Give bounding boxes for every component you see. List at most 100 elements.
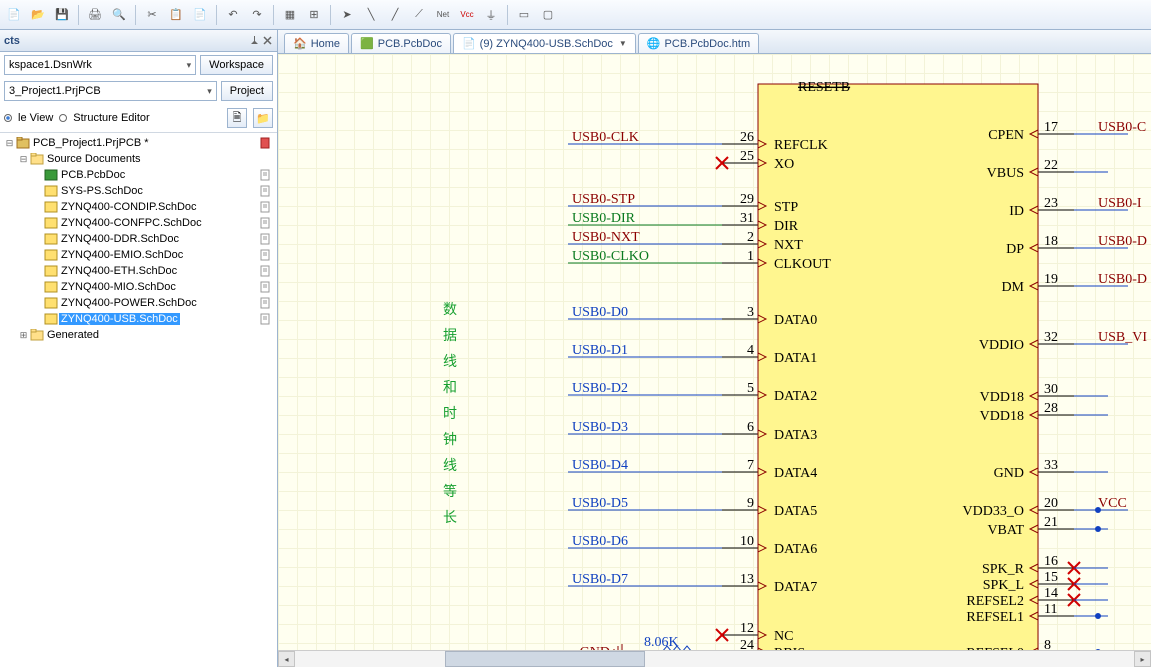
tree-node[interactable]: SYS-PS.SchDoc: [0, 183, 277, 199]
htm-icon: 🌐: [647, 37, 661, 50]
toolbar-btn[interactable]: ↷: [247, 5, 267, 25]
svg-text:USB0-D6: USB0-D6: [572, 534, 628, 549]
close-icon[interactable]: [262, 35, 273, 46]
svg-text:3: 3: [747, 305, 754, 320]
svg-text:USB0-DIR: USB0-DIR: [572, 211, 636, 226]
toolbar-btn[interactable]: ➤: [337, 5, 357, 25]
sch-icon: [43, 280, 59, 294]
doc-status-icon: [259, 201, 271, 213]
tree-node[interactable]: ⊞Generated: [0, 327, 277, 343]
tree-twisty[interactable]: ⊟: [4, 138, 15, 149]
tree-node-label: ZYNQ400-USB.SchDoc: [59, 313, 180, 325]
project-select[interactable]: 3_Project1.PrjPCB: [4, 81, 217, 101]
tree-node[interactable]: ZYNQ400-CONFPC.SchDoc: [0, 215, 277, 231]
schematic-canvas[interactable]: RESETBUSB332026REFCLK25XO29STP31DIR2NXT1…: [278, 54, 1151, 650]
tree-node-label: PCB.PcbDoc: [59, 169, 127, 181]
svg-text:7: 7: [747, 458, 754, 473]
svg-text:VBUS: VBUS: [987, 166, 1024, 181]
toolbar-btn[interactable]: ╲: [361, 5, 381, 25]
svg-text:据: 据: [443, 328, 457, 344]
tree-node[interactable]: ZYNQ400-EMIO.SchDoc: [0, 247, 277, 263]
pin-icon[interactable]: [249, 35, 260, 46]
tree-twisty[interactable]: ⊟: [18, 154, 29, 165]
svg-text:RESETB: RESETB: [798, 80, 850, 95]
toolbar-btn[interactable]: Net: [433, 5, 453, 25]
radio-file-view[interactable]: [4, 114, 12, 122]
svg-text:31: 31: [740, 211, 754, 226]
svg-text:VDD33_O: VDD33_O: [963, 504, 1024, 519]
svg-text:SPK_L: SPK_L: [983, 578, 1024, 593]
svg-text:15: 15: [1044, 570, 1058, 585]
sch-icon: [43, 184, 59, 198]
radio-structure-editor[interactable]: [59, 114, 67, 122]
toolbar-btn[interactable]: ↶: [223, 5, 243, 25]
svg-text:GND: GND: [994, 466, 1024, 481]
toolbar-btn[interactable]: ╱: [385, 5, 405, 25]
svg-text:USB0-C: USB0-C: [1098, 120, 1146, 135]
document-tab[interactable]: 🏠Home: [284, 33, 349, 53]
workspace-button[interactable]: Workspace: [200, 55, 273, 75]
svg-text:14: 14: [1044, 586, 1058, 601]
svg-text:32: 32: [1044, 330, 1058, 345]
tree-node[interactable]: ZYNQ400-POWER.SchDoc: [0, 295, 277, 311]
toolbar-btn[interactable]: 📄: [4, 5, 24, 25]
svg-text:USB0-D2: USB0-D2: [572, 381, 628, 396]
document-tab[interactable]: 🟩PCB.PcbDoc: [351, 33, 451, 53]
svg-text:DP: DP: [1006, 242, 1024, 257]
svg-text:DATA4: DATA4: [774, 466, 817, 481]
svg-text:USB0-D5: USB0-D5: [572, 496, 628, 511]
tree-twisty[interactable]: ⊞: [18, 330, 29, 341]
svg-text:USB0-I: USB0-I: [1098, 196, 1142, 211]
svg-text:DATA5: DATA5: [774, 504, 817, 519]
svg-text:USB0-D: USB0-D: [1098, 234, 1147, 249]
tree-node[interactable]: ZYNQ400-MIO.SchDoc: [0, 279, 277, 295]
svg-text:2: 2: [747, 230, 754, 245]
workspace-select[interactable]: kspace1.DsnWrk: [4, 55, 196, 75]
toolbar-btn[interactable]: 📂: [28, 5, 48, 25]
tree-node[interactable]: ZYNQ400-DDR.SchDoc: [0, 231, 277, 247]
panel-icon[interactable]: 🗎: [227, 108, 247, 128]
svg-text:USB0-STP: USB0-STP: [572, 192, 635, 207]
toolbar-btn[interactable]: 📄: [190, 5, 210, 25]
svg-text:DATA6: DATA6: [774, 542, 817, 557]
sch-icon: [43, 296, 59, 310]
toolbar-btn[interactable]: 🖨: [85, 5, 105, 25]
project-button[interactable]: Project: [221, 81, 273, 101]
toolbar-btn[interactable]: 📋: [166, 5, 186, 25]
svg-text:USB0-D: USB0-D: [1098, 272, 1147, 287]
svg-text:线: 线: [443, 354, 457, 370]
tree-node[interactable]: ZYNQ400-CONDIP.SchDoc: [0, 199, 277, 215]
toolbar-btn[interactable]: ✂: [142, 5, 162, 25]
svg-text:USB0-NXT: USB0-NXT: [572, 230, 640, 245]
svg-text:STP: STP: [774, 200, 798, 215]
toolbar-btn[interactable]: Vcc: [457, 5, 477, 25]
sch-icon: [43, 216, 59, 230]
doc-status-icon: [259, 233, 271, 245]
toolbar-btn[interactable]: ⟋: [409, 5, 429, 25]
svg-text:DATA7: DATA7: [774, 580, 817, 595]
svg-text:USB0-D4: USB0-D4: [572, 458, 628, 473]
tree-node[interactable]: ZYNQ400-USB.SchDoc: [0, 311, 277, 327]
toolbar-btn[interactable]: ⏚: [481, 5, 501, 25]
tree-node-label: ZYNQ400-EMIO.SchDoc: [59, 249, 185, 261]
toolbar-btn[interactable]: ▭: [514, 5, 534, 25]
document-tab[interactable]: 🌐PCB.PcbDoc.htm: [638, 33, 759, 53]
panel-icon[interactable]: 📁: [253, 108, 273, 128]
tree-node[interactable]: ⊟PCB_Project1.PrjPCB *: [0, 135, 277, 151]
toolbar-btn[interactable]: ▢: [538, 5, 558, 25]
toolbar-btn[interactable]: 💾: [52, 5, 72, 25]
toolbar-btn[interactable]: ⊞: [304, 5, 324, 25]
horizontal-scrollbar[interactable]: ◂ ▸: [278, 650, 1151, 667]
svg-text:VCC: VCC: [1098, 496, 1127, 511]
toolbar-btn[interactable]: 🔍: [109, 5, 129, 25]
chevron-down-icon[interactable]: ▼: [619, 39, 627, 48]
document-tab[interactable]: 📄(9) ZYNQ400-USB.SchDoc▼: [453, 33, 636, 53]
tree-node[interactable]: PCB.PcbDoc: [0, 167, 277, 183]
tree-node[interactable]: ⊟Source Documents: [0, 151, 277, 167]
svg-text:REFSEL1: REFSEL1: [966, 610, 1024, 625]
toolbar-btn[interactable]: ▦: [280, 5, 300, 25]
tree-node[interactable]: ZYNQ400-ETH.SchDoc: [0, 263, 277, 279]
home-icon: 🏠: [293, 37, 307, 50]
panel-title: cts: [4, 35, 20, 47]
radio-file-view-label: le View: [18, 112, 53, 124]
